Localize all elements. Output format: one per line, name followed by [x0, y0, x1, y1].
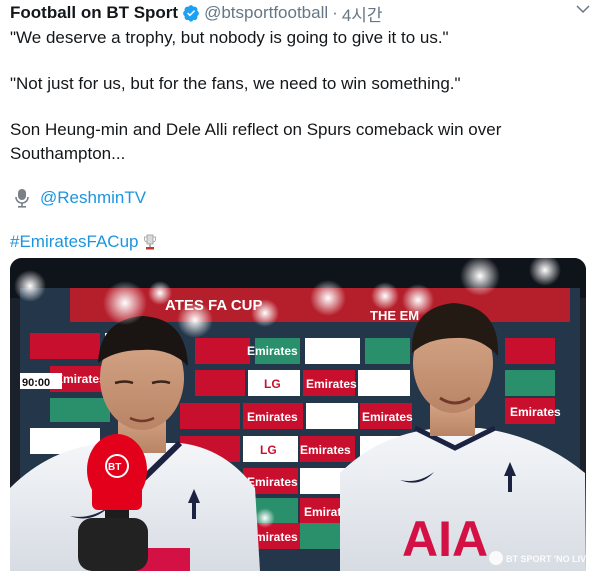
board-logo-lg-1: LG: [264, 377, 281, 391]
chevron-down-icon[interactable]: [574, 0, 592, 18]
tweet-body: Son Heung-min and Dele Alli reflect on S…: [10, 120, 502, 163]
board-logo-4: Emirates: [247, 410, 298, 424]
board-logo-5: Emirates: [362, 410, 413, 424]
trophy-emoji-icon: [143, 234, 156, 250]
hashtag-line: #EmiratesFACup: [10, 230, 580, 254]
verified-badge-icon: [183, 5, 199, 22]
mention-line: @ReshminTV: [10, 186, 580, 210]
video-frame: ATES FA CUP THE EM Emirates Emirates Emi…: [10, 258, 586, 571]
board-logo-6: Emirates: [300, 443, 351, 457]
quote-line-1: "We deserve a trophy, but nobody is goin…: [10, 28, 449, 47]
board-logo-10: Emirates: [510, 405, 561, 419]
media-video[interactable]: ATES FA CUP THE EM Emirates Emirates Emi…: [10, 258, 586, 571]
microphone-icon: [15, 189, 29, 208]
separator-dot: ·: [332, 3, 338, 22]
hashtag-link[interactable]: #EmiratesFACup: [10, 230, 139, 254]
mic-logo: BT: [108, 462, 121, 473]
tweet-header: Football on BT Sport @btsportfootball · …: [10, 1, 590, 26]
board-logo-1: Emirates: [55, 372, 106, 386]
mention-link[interactable]: @ReshminTV: [40, 186, 146, 210]
scoreboard-clock: 90:00: [22, 377, 50, 389]
board-logo-3: Emirates: [306, 377, 357, 391]
shirt-sponsor: AIA: [402, 511, 488, 567]
timestamp[interactable]: 4시간: [342, 1, 383, 26]
board-logo-7: Emirates: [247, 475, 298, 489]
board-logo-2: Emirates: [247, 344, 298, 358]
watermark-text: BT SPORT 'NO LIVE': [506, 554, 586, 564]
tweet-text: "We deserve a trophy, but nobody is goin…: [10, 26, 580, 254]
handle[interactable]: @btsportfootball: [204, 3, 328, 23]
display-name[interactable]: Football on BT Sport: [10, 3, 178, 23]
quote-line-2: "Not just for us, but for the fans, we n…: [10, 74, 461, 93]
board-logo-lg-2: LG: [260, 443, 277, 457]
